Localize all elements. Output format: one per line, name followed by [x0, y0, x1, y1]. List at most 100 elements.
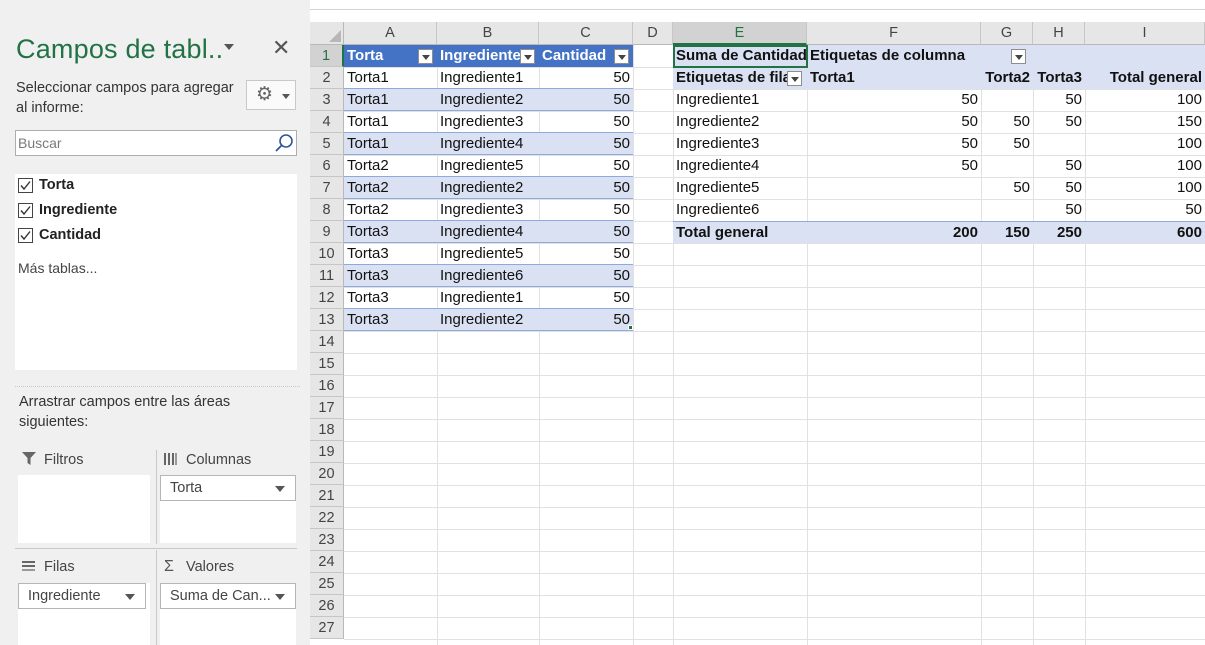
- row-header-23[interactable]: 23: [310, 529, 344, 551]
- table-cell[interactable]: Torta3: [344, 221, 437, 243]
- table-cell[interactable]: 50: [539, 243, 633, 265]
- table-cell[interactable]: 50: [539, 177, 633, 199]
- checkbox-checked-icon[interactable]: [18, 227, 33, 243]
- table-cell[interactable]: Ingrediente1: [437, 287, 539, 309]
- table-cell[interactable]: Torta3: [344, 265, 437, 287]
- table-cell[interactable]: Torta1: [344, 133, 437, 155]
- row-header-2[interactable]: 2: [310, 67, 344, 89]
- pivot-grand-total-label[interactable]: Total general: [673, 221, 807, 243]
- pivot-value-cell[interactable]: 150: [1085, 111, 1205, 133]
- table-cell[interactable]: 50: [539, 287, 633, 309]
- row-header-4[interactable]: 4: [310, 111, 344, 133]
- pivot-row-label[interactable]: Ingrediente3: [673, 133, 807, 155]
- pivot-value-cell[interactable]: 50: [1033, 199, 1085, 221]
- table-cell[interactable]: 50: [539, 67, 633, 89]
- table-cell[interactable]: Ingrediente2: [437, 177, 539, 199]
- pivot-value-cell[interactable]: 50: [1033, 89, 1085, 111]
- pivot-value-cell[interactable]: [981, 199, 1033, 221]
- column-header-f[interactable]: F: [807, 22, 981, 45]
- table-cell[interactable]: 50: [539, 89, 633, 111]
- table-cell[interactable]: Torta2: [344, 177, 437, 199]
- table-cell[interactable]: 50: [539, 265, 633, 287]
- checkbox-checked-icon[interactable]: [18, 177, 33, 193]
- column-field-pill[interactable]: Torta: [160, 475, 296, 501]
- table-cell[interactable]: Ingrediente5: [437, 243, 539, 265]
- pivot-value-cell[interactable]: 50: [981, 111, 1033, 133]
- row-header-13[interactable]: 13: [310, 309, 344, 331]
- pivot-value-cell[interactable]: 50: [807, 155, 981, 177]
- table-cell[interactable]: Ingrediente1: [437, 67, 539, 89]
- pivot-column-header[interactable]: Torta3: [1033, 67, 1085, 89]
- pivot-column-header[interactable]: Torta2: [981, 67, 1033, 89]
- column-header-a[interactable]: A: [344, 22, 437, 45]
- area-drop-filters[interactable]: [18, 475, 150, 543]
- row-header-27[interactable]: 27: [310, 617, 344, 639]
- row-header-24[interactable]: 24: [310, 551, 344, 573]
- table-cell[interactable]: Torta3: [344, 243, 437, 265]
- row-header-18[interactable]: 18: [310, 419, 344, 441]
- pivot-value-cell[interactable]: 50: [807, 111, 981, 133]
- row-header-11[interactable]: 11: [310, 265, 344, 287]
- pane-options-dropdown[interactable]: [224, 44, 234, 50]
- pivot-value-cell[interactable]: 100: [1085, 133, 1205, 155]
- more-tables-link[interactable]: Más tablas...: [18, 260, 97, 276]
- row-header-22[interactable]: 22: [310, 507, 344, 529]
- field-item-torta[interactable]: Torta: [18, 175, 74, 195]
- pivot-value-cell[interactable]: [981, 155, 1033, 177]
- table-header-cell[interactable]: Torta: [344, 45, 437, 67]
- pivot-row-labels[interactable]: Etiquetas de fila: [673, 67, 807, 89]
- chevron-down-icon[interactable]: [125, 594, 135, 600]
- pivot-grand-total-cell[interactable]: 600: [1085, 221, 1205, 243]
- row-header-21[interactable]: 21: [310, 485, 344, 507]
- table-cell[interactable]: 50: [539, 111, 633, 133]
- row-header-20[interactable]: 20: [310, 463, 344, 485]
- pivot-grand-total-cell[interactable]: 250: [1033, 221, 1085, 243]
- tools-button[interactable]: ⚙: [246, 80, 296, 110]
- pivot-value-cell[interactable]: 50: [1033, 155, 1085, 177]
- row-header-10[interactable]: 10: [310, 243, 344, 265]
- table-cell[interactable]: 50: [539, 155, 633, 177]
- pivot-value-cell[interactable]: 100: [1085, 155, 1205, 177]
- table-cell[interactable]: Ingrediente6: [437, 265, 539, 287]
- checkbox-checked-icon[interactable]: [18, 202, 33, 218]
- table-cell[interactable]: Ingrediente2: [437, 309, 539, 331]
- filter-dropdown-icon[interactable]: [520, 49, 535, 64]
- pivot-row-label[interactable]: Ingrediente4: [673, 155, 807, 177]
- table-cell[interactable]: 50: [539, 199, 633, 221]
- table-cell[interactable]: Ingrediente2: [437, 89, 539, 111]
- pivot-value-cell[interactable]: [807, 199, 981, 221]
- row-header-25[interactable]: 25: [310, 573, 344, 595]
- filter-dropdown-icon[interactable]: [787, 71, 802, 86]
- field-item-ingrediente[interactable]: Ingrediente: [18, 200, 117, 220]
- pivot-value-cell[interactable]: 50: [981, 133, 1033, 155]
- area-drop-values[interactable]: Suma de Can...: [160, 583, 296, 645]
- table-cell[interactable]: Ingrediente3: [437, 111, 539, 133]
- row-field-pill[interactable]: Ingrediente: [18, 583, 146, 609]
- pivot-grand-total-cell[interactable]: 200: [807, 221, 981, 243]
- table-cell[interactable]: Torta2: [344, 199, 437, 221]
- table-cell[interactable]: 50: [539, 221, 633, 243]
- close-icon[interactable]: ✕: [272, 36, 290, 60]
- table-header-cell[interactable]: Cantidad: [539, 45, 633, 67]
- row-header-1[interactable]: 1: [310, 45, 344, 67]
- pivot-row-label[interactable]: Ingrediente2: [673, 111, 807, 133]
- pivot-column-header[interactable]: Torta1: [807, 67, 981, 89]
- row-header-16[interactable]: 16: [310, 375, 344, 397]
- pivot-value-cell[interactable]: 50: [981, 177, 1033, 199]
- row-header-17[interactable]: 17: [310, 397, 344, 419]
- pivot-value-cell[interactable]: 50: [807, 89, 981, 111]
- area-drop-rows[interactable]: Ingrediente: [18, 583, 150, 645]
- pivot-row-label[interactable]: Ingrediente5: [673, 177, 807, 199]
- row-header-19[interactable]: 19: [310, 441, 344, 463]
- pivot-value-cell[interactable]: [981, 89, 1033, 111]
- row-header-26[interactable]: 26: [310, 595, 344, 617]
- pivot-column-header[interactable]: Total general: [1085, 67, 1205, 89]
- table-cell[interactable]: Torta1: [344, 67, 437, 89]
- field-item-cantidad[interactable]: Cantidad: [18, 225, 101, 245]
- pivot-value-cell[interactable]: 50: [1033, 177, 1085, 199]
- table-cell[interactable]: 50: [539, 133, 633, 155]
- table-cell[interactable]: Torta2: [344, 155, 437, 177]
- value-field-pill[interactable]: Suma de Can...: [160, 583, 296, 609]
- table-cell[interactable]: 50: [539, 309, 633, 331]
- table-cell[interactable]: Torta3: [344, 287, 437, 309]
